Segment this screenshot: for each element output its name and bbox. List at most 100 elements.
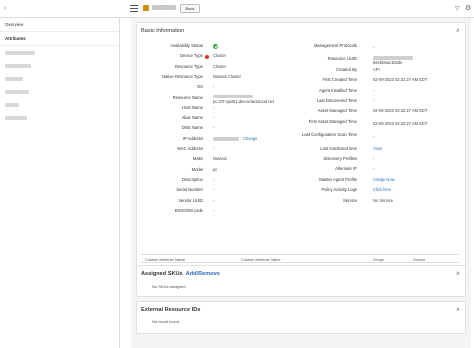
- sidebar-item-redacted[interactable]: [0, 46, 119, 59]
- field-label: Availability Status: [170, 43, 203, 48]
- resource-type-icon: [143, 5, 149, 11]
- field-value: -: [213, 84, 215, 90]
- panel-title: External Resource IDs: [141, 307, 201, 313]
- sidebar-item-attributes[interactable]: Attributes: [0, 32, 119, 46]
- sidebar-item-redacted[interactable]: [0, 72, 119, 85]
- field-label: Resource Type: [174, 63, 203, 69]
- assigned-skus-panel: Assigned SKUs Add/Remove ∧ No SKUs assign…: [136, 265, 466, 297]
- field-value: pc: [213, 166, 218, 172]
- field-label: Make: [192, 156, 203, 162]
- field-label: Discovery Profiles: [323, 156, 357, 161]
- field-label: Resource UUID: [327, 56, 357, 62]
- sidebar-item-redacted[interactable]: [0, 111, 119, 124]
- field-value: -: [213, 207, 215, 213]
- field-value: Cluster: [213, 63, 226, 69]
- field-value: Nutanix Cluster: [213, 73, 241, 79]
- sidebar-item-redacted[interactable]: [0, 98, 119, 111]
- field-label: Alias Name: [181, 115, 203, 121]
- field-value: -: [213, 176, 215, 182]
- main-content: Basic Information ∧ Availability Status D…: [131, 18, 471, 348]
- external-resource-ids-panel: External Resource IDs ∧ No result found.: [136, 301, 466, 334]
- sidebar-item-overview[interactable]: Overview: [0, 18, 119, 32]
- basic-information-panel: Basic Information ∧ Availability Status D…: [136, 22, 466, 279]
- field-label: Model: [191, 166, 203, 172]
- field-link[interactable]: Assign Now: [373, 177, 395, 183]
- field-value: -: [213, 115, 215, 121]
- field-label: Description: [182, 176, 203, 182]
- column-header: Source: [413, 257, 426, 262]
- field-value: -: [373, 166, 375, 172]
- column-header: Custom Attribute Value: [241, 257, 281, 262]
- field-label: Serial Number: [176, 187, 203, 193]
- sidebar-item-redacted[interactable]: [0, 59, 119, 72]
- field-value: -: [213, 125, 215, 131]
- hamburger-menu-icon[interactable]: [130, 5, 138, 12]
- field-label: Resource Name: [172, 94, 203, 100]
- field-value: -: [373, 134, 375, 140]
- add-remove-link[interactable]: Add/Remove: [186, 271, 220, 277]
- field-label: Last Configuration Scan Time: [302, 132, 357, 138]
- status-ok-icon: [213, 44, 218, 49]
- field-value: pc.iOT-qa401.dev.netactcloud.net: [213, 98, 274, 104]
- custom-attributes-table-header: Custom Attribute Name Custom Attribute V…: [141, 254, 459, 263]
- field-value: -: [373, 45, 375, 50]
- top-bar: ‹ Back ▽ ⚙: [0, 0, 474, 18]
- field-label: DNS Name: [181, 125, 203, 131]
- panel-title: Basic Information: [141, 28, 185, 34]
- field-link[interactable]: Click here: [373, 188, 391, 193]
- sidebar-item-redacted[interactable]: [0, 85, 119, 98]
- field-label: Management Protocols: [313, 43, 357, 48]
- field-value: -: [373, 87, 375, 93]
- field-label: BIOS/OM code: [174, 207, 203, 213]
- assigned-skus-title: Assigned SKUs: [141, 271, 183, 277]
- device-status-icon: [205, 54, 209, 59]
- field-label: Alternate IP: [335, 166, 357, 172]
- field-value: -: [373, 156, 375, 161]
- field-label: Vendor UUID: [178, 197, 203, 203]
- field-value: No Service: [373, 197, 394, 203]
- field-label: Last monitored time: [320, 145, 357, 151]
- filter-icon[interactable]: ▽: [455, 5, 460, 12]
- field-value: -: [213, 187, 215, 193]
- field-value: 02-09-2022 02:32:27 AM EDT: [373, 120, 428, 126]
- collapse-sidebar-icon[interactable]: ‹: [4, 4, 13, 13]
- field-label: Asset Managed Time: [317, 108, 357, 114]
- field-label: Agent Installed Time: [319, 87, 357, 93]
- empty-state-text: No result found.: [152, 319, 181, 324]
- column-header: Custom Attribute Name: [145, 257, 186, 262]
- field-value: 56ebb6ac1b6de: [373, 60, 403, 66]
- field-value: API: [373, 66, 380, 72]
- empty-state-text: No SKUs assigned: [152, 284, 186, 289]
- field-label: Host Name: [182, 104, 203, 110]
- field-label: First Asset Managed Time: [308, 118, 357, 124]
- field-label: Native Resource Type: [161, 73, 203, 79]
- panel-title: Assigned SKUs Add/Remove: [141, 271, 220, 277]
- field-value: -: [213, 104, 215, 110]
- column-header: Scope: [373, 257, 385, 262]
- collapse-chevron-icon[interactable]: ∧: [456, 270, 460, 277]
- collapse-chevron-icon[interactable]: ∧: [456, 306, 460, 313]
- field-label: Service: [343, 197, 357, 203]
- field-label: Master Agent Profile: [319, 176, 357, 182]
- field-label: Created By: [336, 66, 357, 72]
- field-value: Nutanix: [213, 156, 227, 162]
- field-value: 02-09-2022 02:32:27 AM EDT: [373, 77, 428, 83]
- resource-name-redacted: [152, 5, 176, 10]
- field-label: First Created Time: [322, 77, 357, 83]
- field-label: Device Type: [180, 53, 203, 59]
- field-value: -: [373, 98, 375, 103]
- sidebar: Overview Attributes: [0, 18, 120, 348]
- field-label: IP Address: [182, 135, 203, 141]
- collapse-chevron-icon[interactable]: ∧: [456, 27, 460, 34]
- back-button[interactable]: Back: [180, 4, 200, 13]
- redacted-value: [213, 137, 239, 141]
- gear-icon[interactable]: ⚙: [465, 4, 471, 12]
- change-ip-link[interactable]: Change: [243, 136, 257, 142]
- redacted-value: [213, 94, 253, 99]
- field-value: -: [213, 197, 215, 203]
- field-value: -: [213, 146, 215, 151]
- field-link[interactable]: View: [373, 146, 382, 152]
- field-label: MAC Address: [177, 146, 203, 151]
- field-label: Policy Activity Logs: [321, 187, 357, 193]
- field-value: 02-09-2022 02:32:27 AM EDT: [373, 108, 428, 114]
